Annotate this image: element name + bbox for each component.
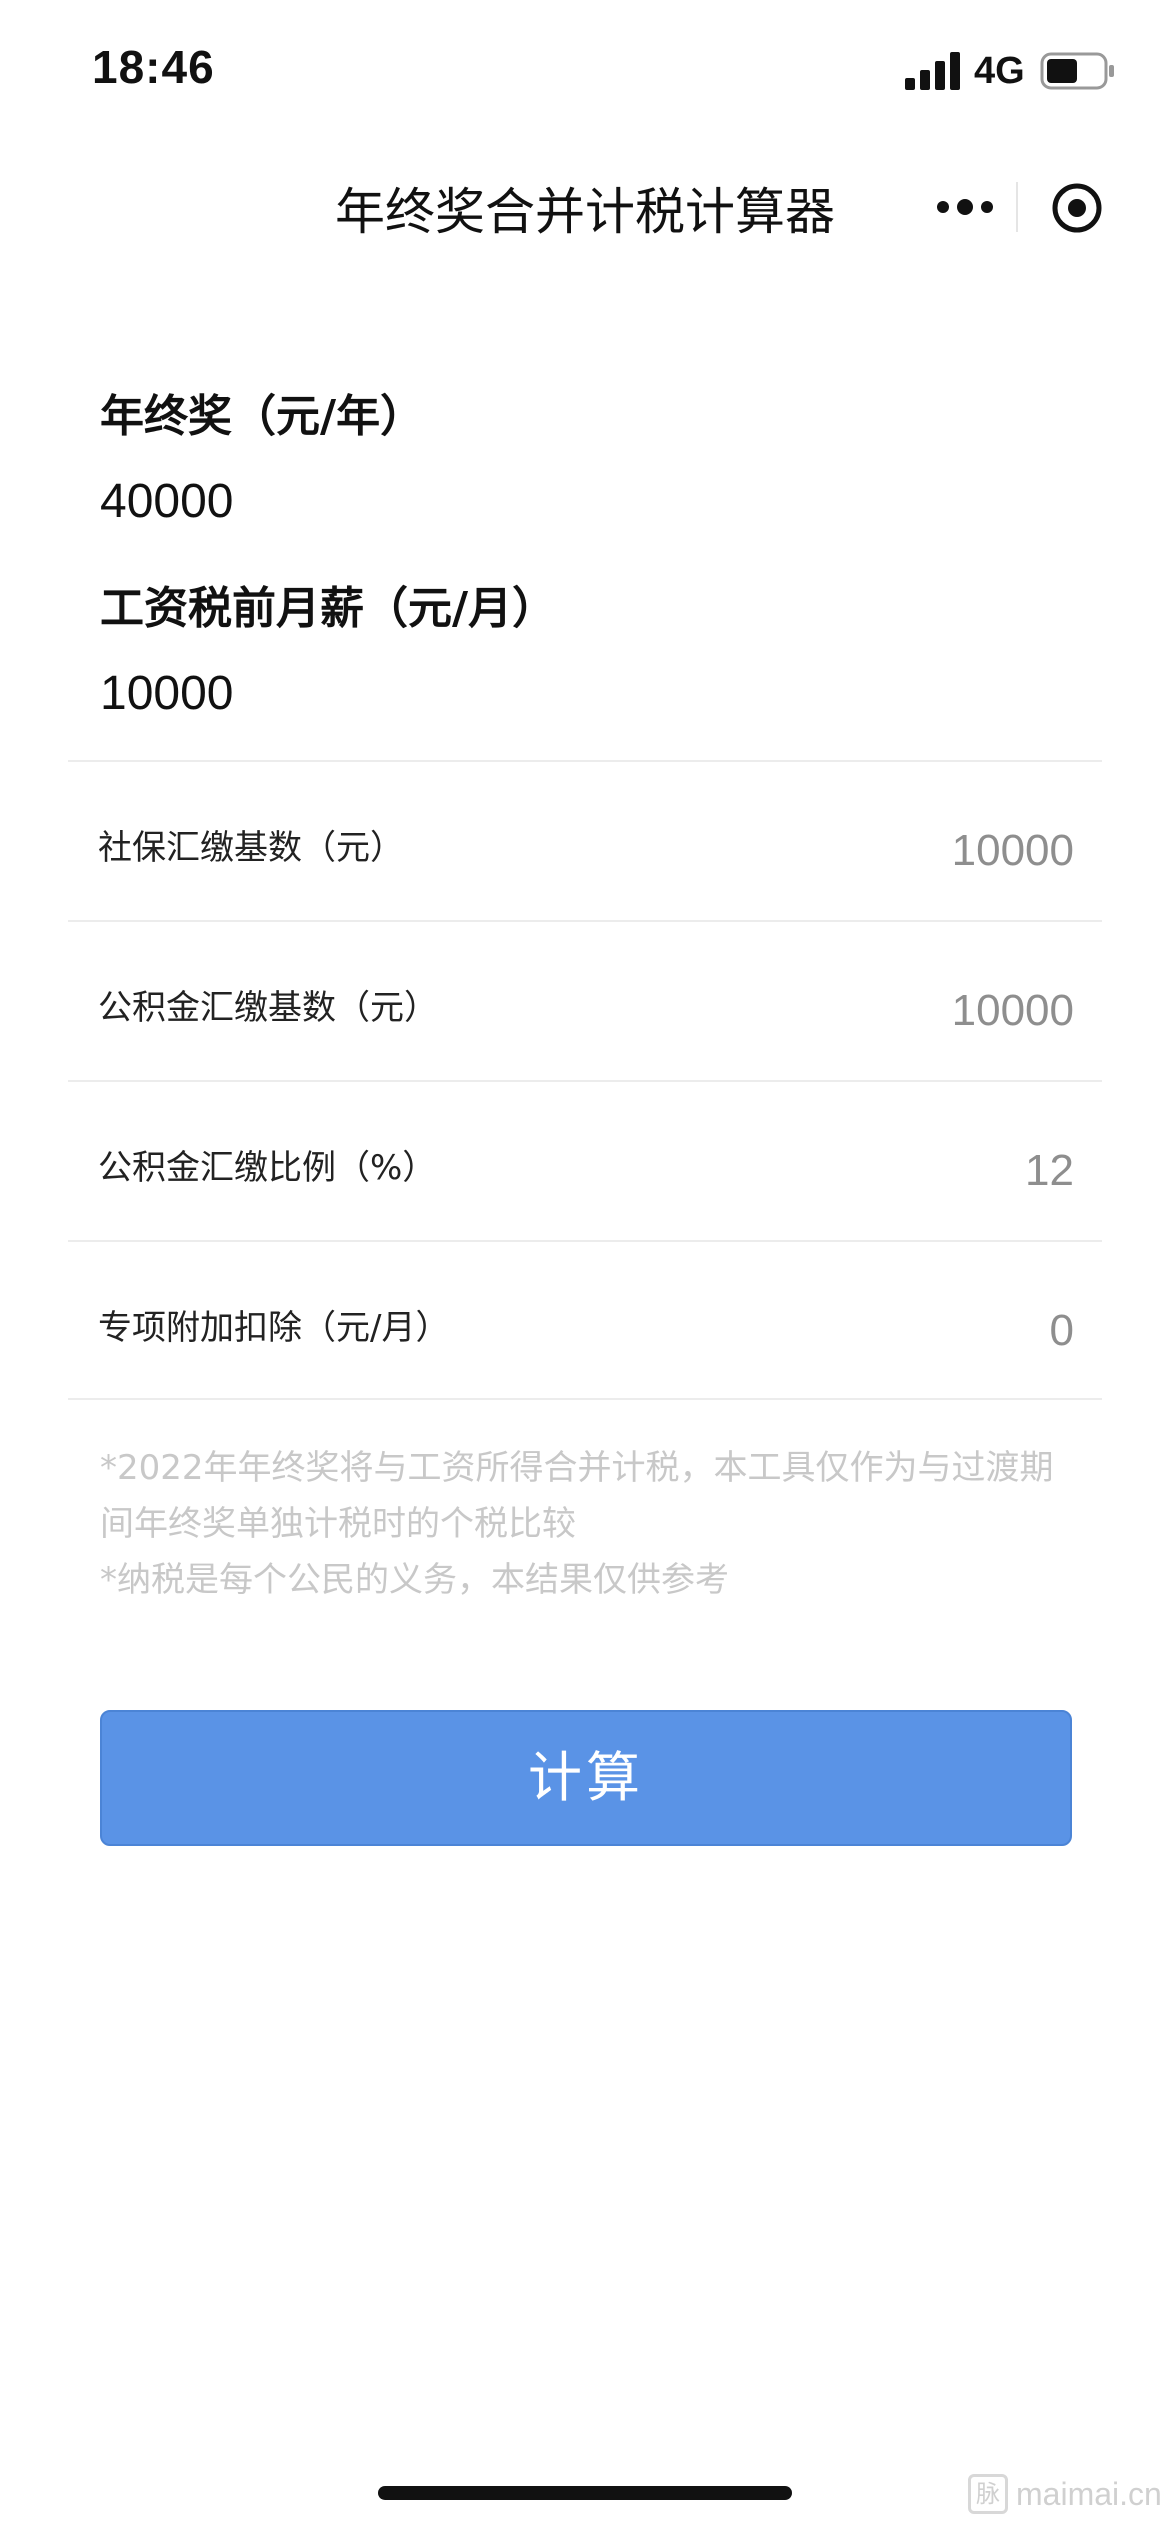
row-label: 公积金汇缴比例（%） bbox=[98, 1148, 437, 1188]
row-label: 社保汇缴基数（元） bbox=[98, 828, 404, 868]
battery-icon bbox=[1040, 52, 1114, 90]
housing-fund-base-input[interactable] bbox=[674, 986, 1074, 1036]
watermark: 脉 maimai.cn bbox=[968, 2470, 1162, 2518]
row-label: 专项附加扣除（元/月） bbox=[98, 1308, 450, 1348]
status-time: 18:46 bbox=[92, 41, 215, 93]
note-line: *2022年年终奖将与工资所得合并计税，本工具仅作为与过渡期间年终奖单独计税时的… bbox=[100, 1448, 1054, 1544]
signal-bars-icon bbox=[905, 52, 960, 90]
salary-label: 工资税前月薪（元/月） bbox=[100, 583, 557, 634]
more-dots-icon[interactable] bbox=[935, 192, 995, 222]
salary-input[interactable] bbox=[100, 666, 1060, 721]
note-line: *纳税是每个公民的义务，本结果仅供参考 bbox=[100, 1560, 729, 1600]
network-label: 4G bbox=[974, 50, 1025, 92]
capsule-menu bbox=[905, 160, 1127, 254]
bonus-input[interactable] bbox=[100, 474, 1060, 529]
screen: 18:46 4G 年终奖合并计税计算器 年终奖（元/年） 工资税前月薪（ bbox=[0, 0, 1170, 2532]
notes: *2022年年终奖将与工资所得合并计税，本工具仅作为与过渡期间年终奖单独计税时的… bbox=[100, 1440, 1080, 1608]
housing-fund-rate-row[interactable]: 公积金汇缴比例（%） bbox=[68, 1080, 1102, 1240]
target-circle-icon[interactable] bbox=[1051, 182, 1103, 234]
housing-fund-base-row[interactable]: 公积金汇缴基数（元） bbox=[68, 920, 1102, 1080]
watermark-text: maimai.cn bbox=[1016, 2476, 1162, 2512]
row-label: 公积金汇缴基数（元） bbox=[98, 988, 438, 1028]
watermark-logo: 脉 bbox=[968, 2474, 1008, 2514]
status-bar: 18:46 4G bbox=[0, 0, 1170, 140]
social-insurance-input[interactable] bbox=[674, 826, 1074, 876]
calculate-button[interactable]: 计算 bbox=[100, 1710, 1072, 1846]
bonus-label: 年终奖（元/年） bbox=[100, 391, 425, 442]
housing-fund-rate-input[interactable] bbox=[674, 1146, 1074, 1196]
capsule-divider bbox=[1016, 182, 1018, 232]
special-deduction-row[interactable]: 专项附加扣除（元/月） bbox=[68, 1240, 1102, 1400]
special-deduction-input[interactable] bbox=[674, 1306, 1074, 1356]
social-insurance-row[interactable]: 社保汇缴基数（元） bbox=[68, 760, 1102, 920]
home-indicator[interactable] bbox=[378, 2486, 792, 2500]
